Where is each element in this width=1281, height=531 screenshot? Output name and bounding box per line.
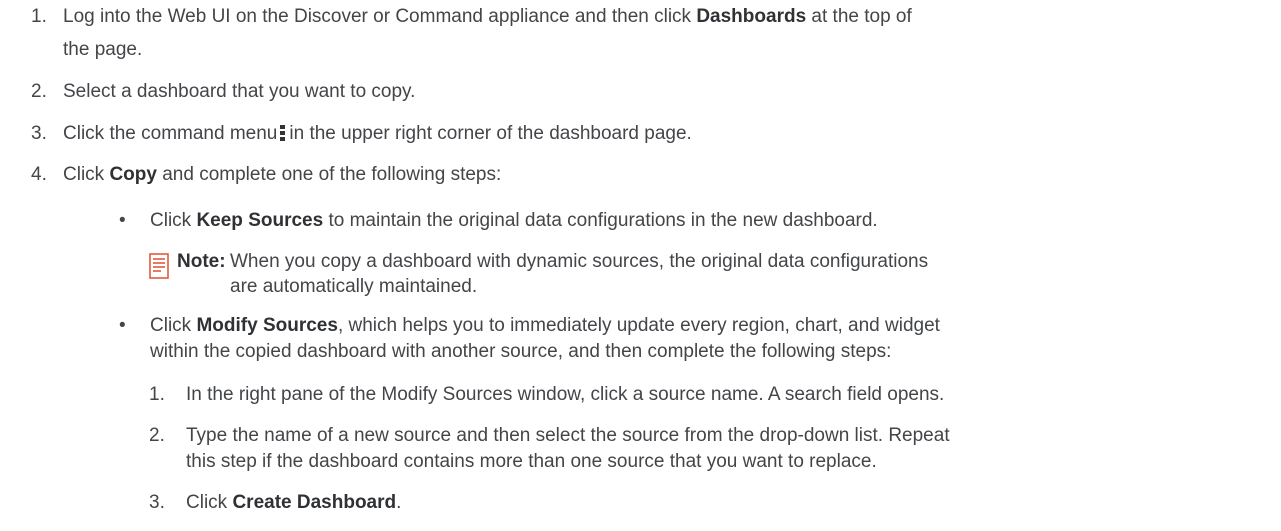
step-3-number: 3.	[31, 123, 47, 144]
step-3-text-pre: Click the command menu	[63, 123, 278, 144]
step-2-number: 2.	[31, 81, 47, 102]
bullet-2-text-line2: within the copied dashboard with another…	[150, 341, 892, 362]
step-4-text-pre: Click	[63, 164, 110, 185]
bullet-2-text-post: , which helps you to immediately update …	[337, 315, 940, 336]
substep-3-bold: Create Dashboard	[232, 492, 397, 513]
substep-3-number: 3.	[149, 492, 165, 513]
substep-2-text: Type the name of a new source and then s…	[186, 425, 950, 446]
note-line1: Note:	[177, 250, 226, 274]
bullet-2-bold: Modify Sources	[196, 315, 338, 336]
bullet-1-symbol: •	[119, 210, 126, 231]
substep-2-number: 2.	[149, 425, 165, 446]
step-1-text-pre: Log into the Web UI on the Discover or C…	[63, 6, 697, 27]
step-3-text-post: in the upper right corner of the dashboa…	[289, 123, 692, 144]
note-label: Note:	[177, 251, 226, 272]
vertical-ellipsis-icon	[280, 125, 286, 141]
substep-3-text-pre: Click	[186, 492, 233, 513]
note-text-line1: When you copy a dashboard with dynamic s…	[230, 251, 929, 272]
bullet-1-text-pre: Click	[150, 210, 197, 231]
substep-3-text: Click Create Dashboard.	[186, 491, 401, 515]
substep-1-text: In the right pane of the Modify Sources …	[186, 384, 945, 405]
step-3-text: Click the command menu in the upper right…	[63, 122, 692, 146]
bullet-2-text: Click Modify Sources, which helps you to…	[150, 314, 940, 338]
step-4-bold: Copy	[109, 164, 157, 185]
note-icon	[149, 253, 169, 279]
bullet-2-symbol: •	[119, 315, 126, 336]
bullet-1-text-post: to maintain the original data configurat…	[323, 210, 878, 231]
step-1-text-post: at the top of	[806, 6, 912, 27]
step-4-number: 4.	[31, 164, 47, 185]
step-4-text-post: and complete one of the following steps:	[156, 164, 502, 185]
step-1-text-line2: the page.	[63, 39, 143, 60]
bullet-2-text-pre: Click	[150, 315, 197, 336]
step-4-text: Click Copy and complete one of the follo…	[63, 163, 501, 187]
substep-1-number: 1.	[149, 384, 165, 405]
step-2-text: Select a dashboard that you want to copy…	[63, 81, 416, 102]
step-1-text: Log into the Web UI on the Discover or C…	[63, 5, 912, 29]
bullet-1-text: Click Keep Sources to maintain the origi…	[150, 209, 878, 233]
substep-3-text-post: .	[396, 492, 402, 513]
note-text-line2: are automatically maintained.	[230, 276, 478, 297]
substep-2-text-line2: this step if the dashboard contains more…	[186, 451, 877, 472]
bullet-1-bold: Keep Sources	[196, 210, 324, 231]
step-1-bold: Dashboards	[696, 6, 807, 27]
step-1-number: 1.	[31, 6, 47, 27]
